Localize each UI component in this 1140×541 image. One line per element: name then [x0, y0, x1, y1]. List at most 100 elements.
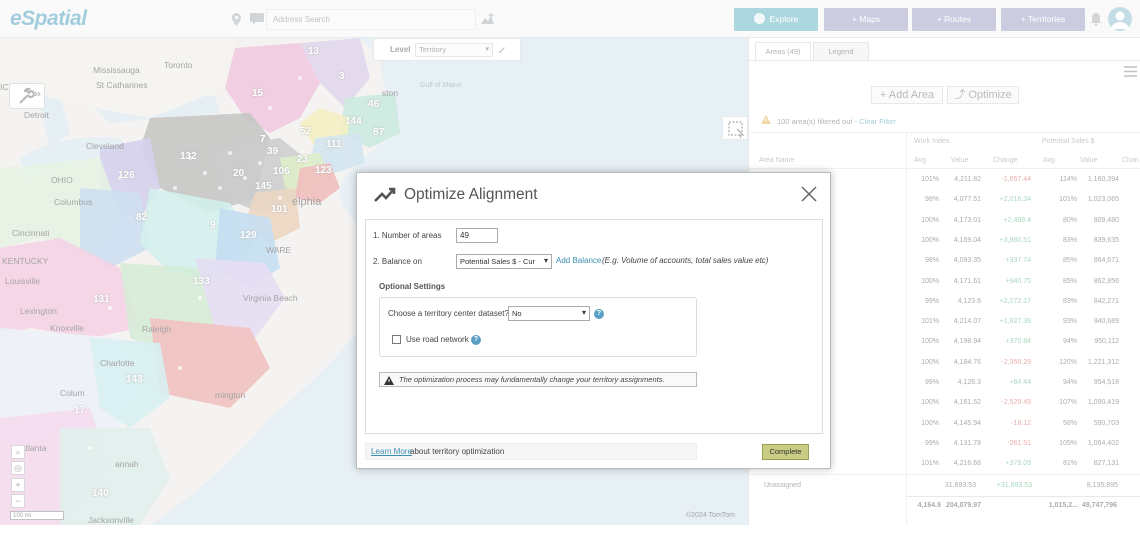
table-cell: +337.74 — [1005, 257, 1032, 265]
clear-filter-link[interactable]: Clear Filter — [859, 117, 896, 126]
balance-on-select[interactable]: Potential Sales $ - Cur ▾ — [456, 254, 552, 269]
learn-more-row: Learn More about territory optimization — [365, 443, 697, 460]
add-area-label: Add Area — [888, 89, 935, 101]
table-cell: 83% — [1062, 297, 1077, 305]
table-cell: +2,499.4 — [1003, 216, 1031, 224]
tab-areas[interactable]: Areas (49) — [755, 42, 811, 60]
add-balance-link[interactable]: Add Balance — [556, 256, 601, 265]
warning-icon — [384, 376, 394, 385]
area-label: 52 — [300, 126, 312, 137]
tab-legend[interactable]: Legend — [813, 42, 869, 60]
table-cell: -1,657.44 — [1001, 176, 1031, 183]
close-icon[interactable] — [800, 185, 818, 203]
optimize-button[interactable]: ⤴ Optimize — [947, 86, 1019, 104]
table-cell: 1,023,065 — [1087, 196, 1119, 204]
table-cell: 839,635 — [1093, 236, 1119, 244]
city-label: OHIO — [51, 175, 73, 185]
level-selector: Level Territory ▾ — [373, 38, 521, 61]
filter-text: 100 area(s) filtered out - — [777, 117, 858, 126]
level-dropdown[interactable]: Territory ▾ — [415, 43, 493, 57]
user-avatar[interactable] — [1108, 7, 1132, 31]
area-label: 131 — [93, 294, 110, 305]
optimize-label: Optimize — [968, 89, 1012, 101]
learn-more-link[interactable]: Learn More — [371, 447, 412, 456]
chevron-down-icon: ▾ — [581, 308, 586, 317]
zoom-in-icon[interactable]: + — [11, 478, 25, 492]
dialog-body: 1. Number of areas 2. Balance on Optiona… — [365, 219, 823, 434]
explore-button[interactable]: Explore — [734, 8, 818, 31]
add-area-button[interactable]: + Add Area — [871, 86, 943, 104]
table-cell: 99% — [924, 439, 939, 447]
locate-icon[interactable]: ◎ — [11, 461, 25, 475]
city-label: Mississauga — [93, 65, 140, 75]
col-header-area-name[interactable]: Area Name — [759, 157, 794, 164]
menu-icon[interactable] — [1124, 66, 1137, 77]
chevron-down-icon: ▾ — [543, 256, 548, 265]
chat-icon[interactable] — [249, 12, 265, 26]
warning-icon — [761, 115, 771, 124]
location-pin-icon[interactable] — [230, 12, 243, 27]
table-cell: 809,480 — [1093, 216, 1119, 224]
table-cell: 105% — [1059, 439, 1077, 447]
help-icon[interactable]: ? — [594, 309, 604, 319]
bell-icon[interactable] — [1090, 12, 1102, 26]
city-label: Cleveland — [86, 141, 124, 151]
area-label: 20 — [233, 168, 245, 179]
city-label: Louisville — [5, 276, 40, 286]
table-cell: 1,064,402 — [1087, 439, 1119, 447]
table-cell: 98% — [924, 257, 939, 265]
table-cell: 4,077.51 — [953, 196, 981, 204]
city-label: Lexington — [20, 306, 57, 316]
city-label: Toronto — [164, 60, 193, 70]
table-cell: 85% — [1062, 257, 1077, 265]
col-header-change2[interactable]: Chan — [1122, 157, 1139, 164]
city-label: ston — [382, 88, 399, 98]
table-cell: 4,216.66 — [953, 460, 981, 468]
territory-center-select[interactable]: No ▾ — [508, 306, 590, 321]
city-label: Columbus — [54, 197, 93, 207]
table-cell: -261.51 — [1007, 439, 1031, 447]
table-cell: 4,131.78 — [953, 439, 981, 447]
zoom-out-icon[interactable]: − — [11, 494, 25, 508]
total-value2: 49,747,796 — [1081, 502, 1117, 509]
area-label: 132 — [180, 151, 197, 162]
add-maps-button[interactable]: + Maps — [824, 8, 908, 31]
table-cell: 1,221,312 — [1087, 358, 1119, 366]
col-header-avg[interactable]: Avg — [914, 157, 926, 164]
city-label: Raleigh — [142, 324, 171, 334]
col-header-value[interactable]: Value — [951, 157, 968, 164]
table-cell: 4,161.52 — [953, 399, 981, 407]
table-cell: 4,123.6 — [957, 297, 981, 305]
group-header-work-index: Work Index — [914, 138, 950, 145]
add-location-icon[interactable] — [480, 12, 495, 26]
number-of-areas-input[interactable] — [456, 228, 498, 243]
help-icon[interactable]: ? — [471, 335, 481, 345]
complete-button[interactable]: Complete — [762, 444, 809, 460]
map-tools-button[interactable] — [9, 83, 45, 109]
address-search-input[interactable] — [266, 9, 476, 30]
col-header-avg2[interactable]: Avg — [1043, 157, 1055, 164]
col-header-change[interactable]: Change — [993, 157, 1018, 164]
table-cell: 99% — [924, 297, 939, 305]
add-routes-button[interactable]: + Routes — [912, 8, 996, 31]
pencil-icon[interactable] — [497, 44, 507, 54]
chevron-down-icon: ▾ — [485, 46, 489, 53]
city-label: annah — [115, 459, 139, 469]
zoom-to-fit-icon[interactable]: ⌕ — [11, 445, 25, 459]
balance-hint: (E.g. Volume of accounts, total sales va… — [602, 256, 769, 265]
table-cell: 954,518 — [1093, 379, 1119, 386]
table-top-line — [749, 132, 1140, 133]
table-cell: 842,271 — [1093, 297, 1119, 305]
table-cell: 80% — [1062, 216, 1077, 224]
col-header-value2[interactable]: Value — [1080, 157, 1097, 164]
add-territories-button[interactable]: + Territories — [1001, 8, 1085, 31]
center-dataset-label: Choose a territory center dataset? — [388, 309, 509, 318]
area-label: 23 — [297, 154, 309, 165]
lasso-select-button[interactable] — [722, 116, 748, 140]
state-label: WARE — [266, 245, 292, 255]
area-label: 123 — [315, 165, 332, 176]
table-cell: 950,112 — [1094, 338, 1119, 346]
unassigned-sales: 8,135,895 — [1086, 482, 1118, 489]
road-network-checkbox[interactable] — [392, 335, 401, 344]
learn-more-text: about territory optimization — [410, 447, 505, 456]
